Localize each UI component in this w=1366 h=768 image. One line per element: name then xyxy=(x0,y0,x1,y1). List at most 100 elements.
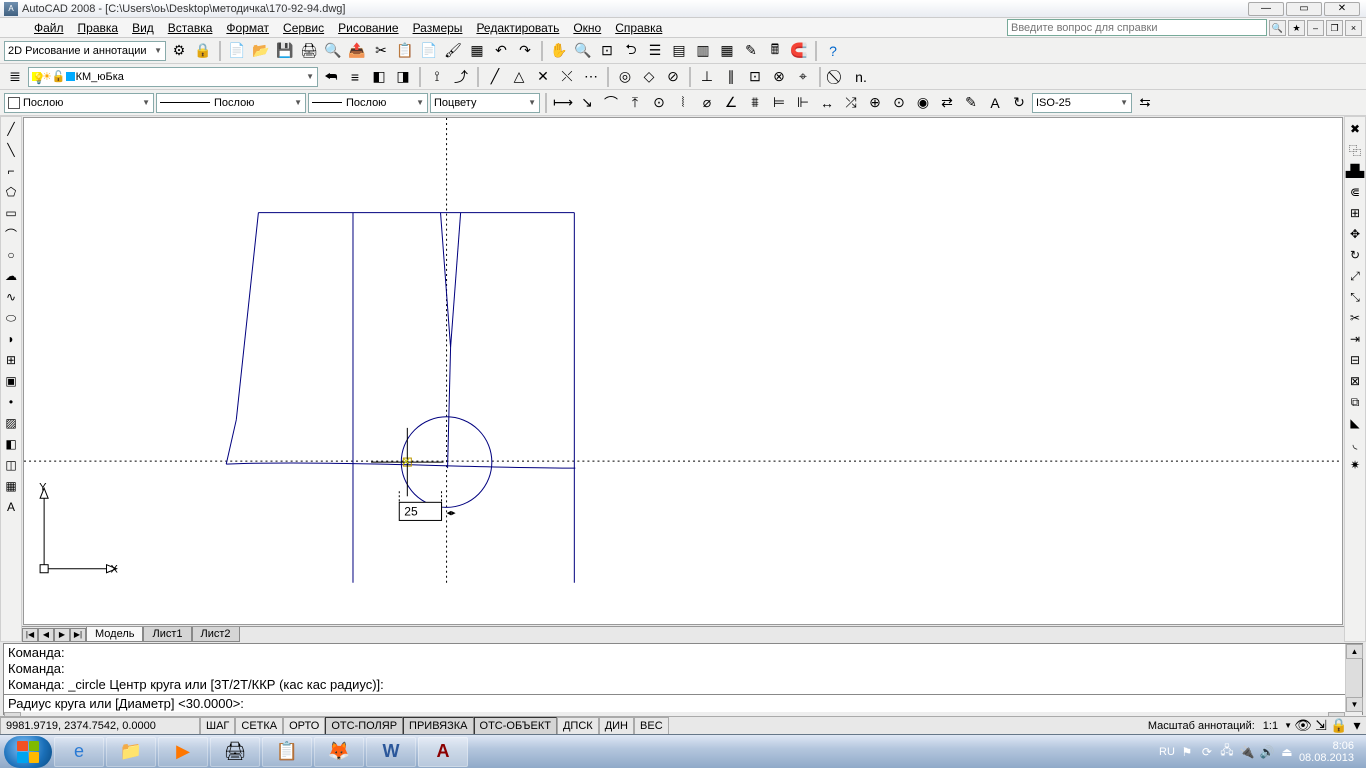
osnap-settings-icon[interactable]: n. xyxy=(850,66,872,88)
spline-icon[interactable]: ∿ xyxy=(1,287,21,307)
color-dropdown[interactable]: Послою▼ xyxy=(4,93,154,113)
layer-states-icon[interactable]: ≡ xyxy=(344,66,366,88)
snap-endpoint-icon[interactable]: ╱ xyxy=(484,66,506,88)
copy-obj-icon[interactable]: ⿻ xyxy=(1345,140,1365,160)
dim-diameter-icon[interactable]: ⌀ xyxy=(696,92,718,114)
zoom-prev-icon[interactable]: ⮌ xyxy=(620,40,642,62)
tab-next-button[interactable]: ▶ xyxy=(54,628,70,642)
mdi-minimize-button[interactable]: – xyxy=(1307,20,1324,36)
tray-clock[interactable]: 8:06 08.08.2013 xyxy=(1299,740,1354,764)
workspace-settings-icon[interactable]: ⚙ xyxy=(168,40,190,62)
menu-modify[interactable]: Редактировать xyxy=(470,21,565,35)
task-firefox[interactable]: 🦊 xyxy=(314,737,364,767)
mdi-restore-button[interactable]: ❐ xyxy=(1326,20,1343,36)
dim-inspect-icon[interactable]: ◉ xyxy=(912,92,934,114)
tab-first-button[interactable]: |◀ xyxy=(22,628,38,642)
array-icon[interactable]: ⊞ xyxy=(1345,203,1365,223)
tray-volume-icon[interactable]: 🔊 xyxy=(1259,744,1275,760)
dim-aligned-icon[interactable]: ↘ xyxy=(576,92,598,114)
save-icon[interactable]: 💾 xyxy=(274,40,296,62)
center-mark-icon[interactable]: ⊙ xyxy=(888,92,910,114)
tab-model[interactable]: Модель xyxy=(86,627,143,642)
scroll-down-button[interactable]: ▼ xyxy=(1346,697,1363,712)
undo-icon[interactable]: ↶ xyxy=(490,40,512,62)
task-media[interactable]: ▶ xyxy=(158,737,208,767)
layer-dropdown[interactable]: 💡 ☀ 🔓 КМ_юБка ▼ xyxy=(28,67,318,87)
anno-vis-icon[interactable]: 👁 xyxy=(1294,718,1312,734)
dim-break-icon[interactable]: ⤮ xyxy=(840,92,862,114)
region-icon[interactable]: ◫ xyxy=(1,455,21,475)
properties-icon[interactable]: ☰ xyxy=(644,40,666,62)
xline-icon[interactable]: ╲ xyxy=(1,140,21,160)
dim-jogged-lin-icon[interactable]: ⇄ xyxy=(936,92,958,114)
tab-layout1[interactable]: Лист1 xyxy=(143,627,191,642)
dim-space-icon[interactable]: ↔ xyxy=(816,92,838,114)
gradient-icon[interactable]: ◧ xyxy=(1,434,21,454)
dim-radius-icon[interactable]: ⊙ xyxy=(648,92,670,114)
lineweight-dropdown[interactable]: Послою▼ xyxy=(308,93,428,113)
task-hp[interactable]: 🖨 xyxy=(210,737,260,767)
design-center-icon[interactable]: ▤ xyxy=(668,40,690,62)
dim-linear-icon[interactable]: ⟼ xyxy=(552,92,574,114)
toggle-lwt[interactable]: ВЕС xyxy=(634,717,669,735)
snap-tangent-icon[interactable]: ⊘ xyxy=(662,66,684,88)
zoom-window-icon[interactable]: ⊡ xyxy=(596,40,618,62)
menu-view[interactable]: Вид xyxy=(126,21,160,35)
plotstyle-dropdown[interactable]: Поцвету▼ xyxy=(430,93,540,113)
block-editor-icon[interactable]: ▦ xyxy=(466,40,488,62)
toggle-otrack[interactable]: ОТС-ОБЪЕКТ xyxy=(474,717,557,735)
anno-scale-value[interactable]: 1:1 xyxy=(1259,720,1282,732)
new-icon[interactable]: 📄 xyxy=(226,40,248,62)
tab-layout2[interactable]: Лист2 xyxy=(192,627,240,642)
help-icon[interactable]: ? xyxy=(822,40,844,62)
drawing-canvas[interactable]: ✕ 25 ◂▸ X Y xyxy=(23,117,1343,625)
favorite-icon[interactable]: ★ xyxy=(1288,20,1305,36)
layer-properties-icon[interactable]: ≣ xyxy=(4,66,26,88)
copy-icon[interactable]: 📋 xyxy=(394,40,416,62)
dimstyle-dropdown[interactable]: ISO-25▼ xyxy=(1032,93,1132,113)
command-vscroll[interactable]: ▲ ▼ xyxy=(1345,644,1362,712)
menu-draw[interactable]: Рисование xyxy=(332,21,404,35)
menu-help[interactable]: Справка xyxy=(609,21,668,35)
fillet-icon[interactable]: ◟ xyxy=(1345,434,1365,454)
tool-palettes-icon[interactable]: ▥ xyxy=(692,40,714,62)
plot-icon[interactable]: 🖨 xyxy=(298,40,320,62)
toggle-ortho[interactable]: ОРТО xyxy=(283,717,325,735)
toggle-polar[interactable]: ОТС-ПОЛЯР xyxy=(325,717,403,735)
dim-tedit-icon[interactable]: A xyxy=(984,92,1006,114)
status-lock-icon[interactable]: 🔒 xyxy=(1330,718,1348,734)
task-autocad[interactable]: A xyxy=(418,737,468,767)
hatch-icon[interactable]: ▨ xyxy=(1,413,21,433)
dim-update-icon[interactable]: ↻ xyxy=(1008,92,1030,114)
line-icon[interactable]: ╱ xyxy=(1,119,21,139)
search-icon[interactable]: 🔍 xyxy=(1269,20,1286,36)
snap-midpoint-icon[interactable]: △ xyxy=(508,66,530,88)
paste-icon[interactable]: 📄 xyxy=(418,40,440,62)
chamfer-icon[interactable]: ◣ xyxy=(1345,413,1365,433)
publish-icon[interactable]: 📤 xyxy=(346,40,368,62)
circle-icon[interactable]: ○ xyxy=(1,245,21,265)
explode-icon[interactable]: ✷ xyxy=(1345,455,1365,475)
insert-block-icon[interactable]: ⊞ xyxy=(1,350,21,370)
menu-edit[interactable]: Правка xyxy=(72,21,125,35)
snap-none-icon[interactable]: ⃠ xyxy=(826,66,848,88)
mirror-icon[interactable]: ▟▙ xyxy=(1345,161,1365,181)
stretch-icon[interactable]: ⤡ xyxy=(1345,287,1365,307)
dimstyle-manager-icon[interactable]: ⮀ xyxy=(1134,92,1156,114)
dim-edit-icon[interactable]: ✎ xyxy=(960,92,982,114)
snap-quadrant-icon[interactable]: ◇ xyxy=(638,66,660,88)
erase-icon[interactable]: ✖ xyxy=(1345,119,1365,139)
task-word[interactable]: W xyxy=(366,737,416,767)
layer-iso-icon[interactable]: ◧ xyxy=(368,66,390,88)
snap-extension-icon[interactable]: ⋯ xyxy=(580,66,602,88)
coordinates-display[interactable]: 9981.9719, 2374.7542, 0.0000 xyxy=(0,717,200,735)
pan-icon[interactable]: ✋ xyxy=(548,40,570,62)
point-icon[interactable]: • xyxy=(1,392,21,412)
trim-icon[interactable]: ✂ xyxy=(1345,308,1365,328)
snap-center-icon[interactable]: ◎ xyxy=(614,66,636,88)
join-icon[interactable]: ⧉ xyxy=(1345,392,1365,412)
task-ie[interactable]: e xyxy=(54,737,104,767)
layer-match-icon[interactable]: ◨ xyxy=(392,66,414,88)
extend-icon[interactable]: ⇥ xyxy=(1345,329,1365,349)
snap-perp-icon[interactable]: ⊥ xyxy=(696,66,718,88)
